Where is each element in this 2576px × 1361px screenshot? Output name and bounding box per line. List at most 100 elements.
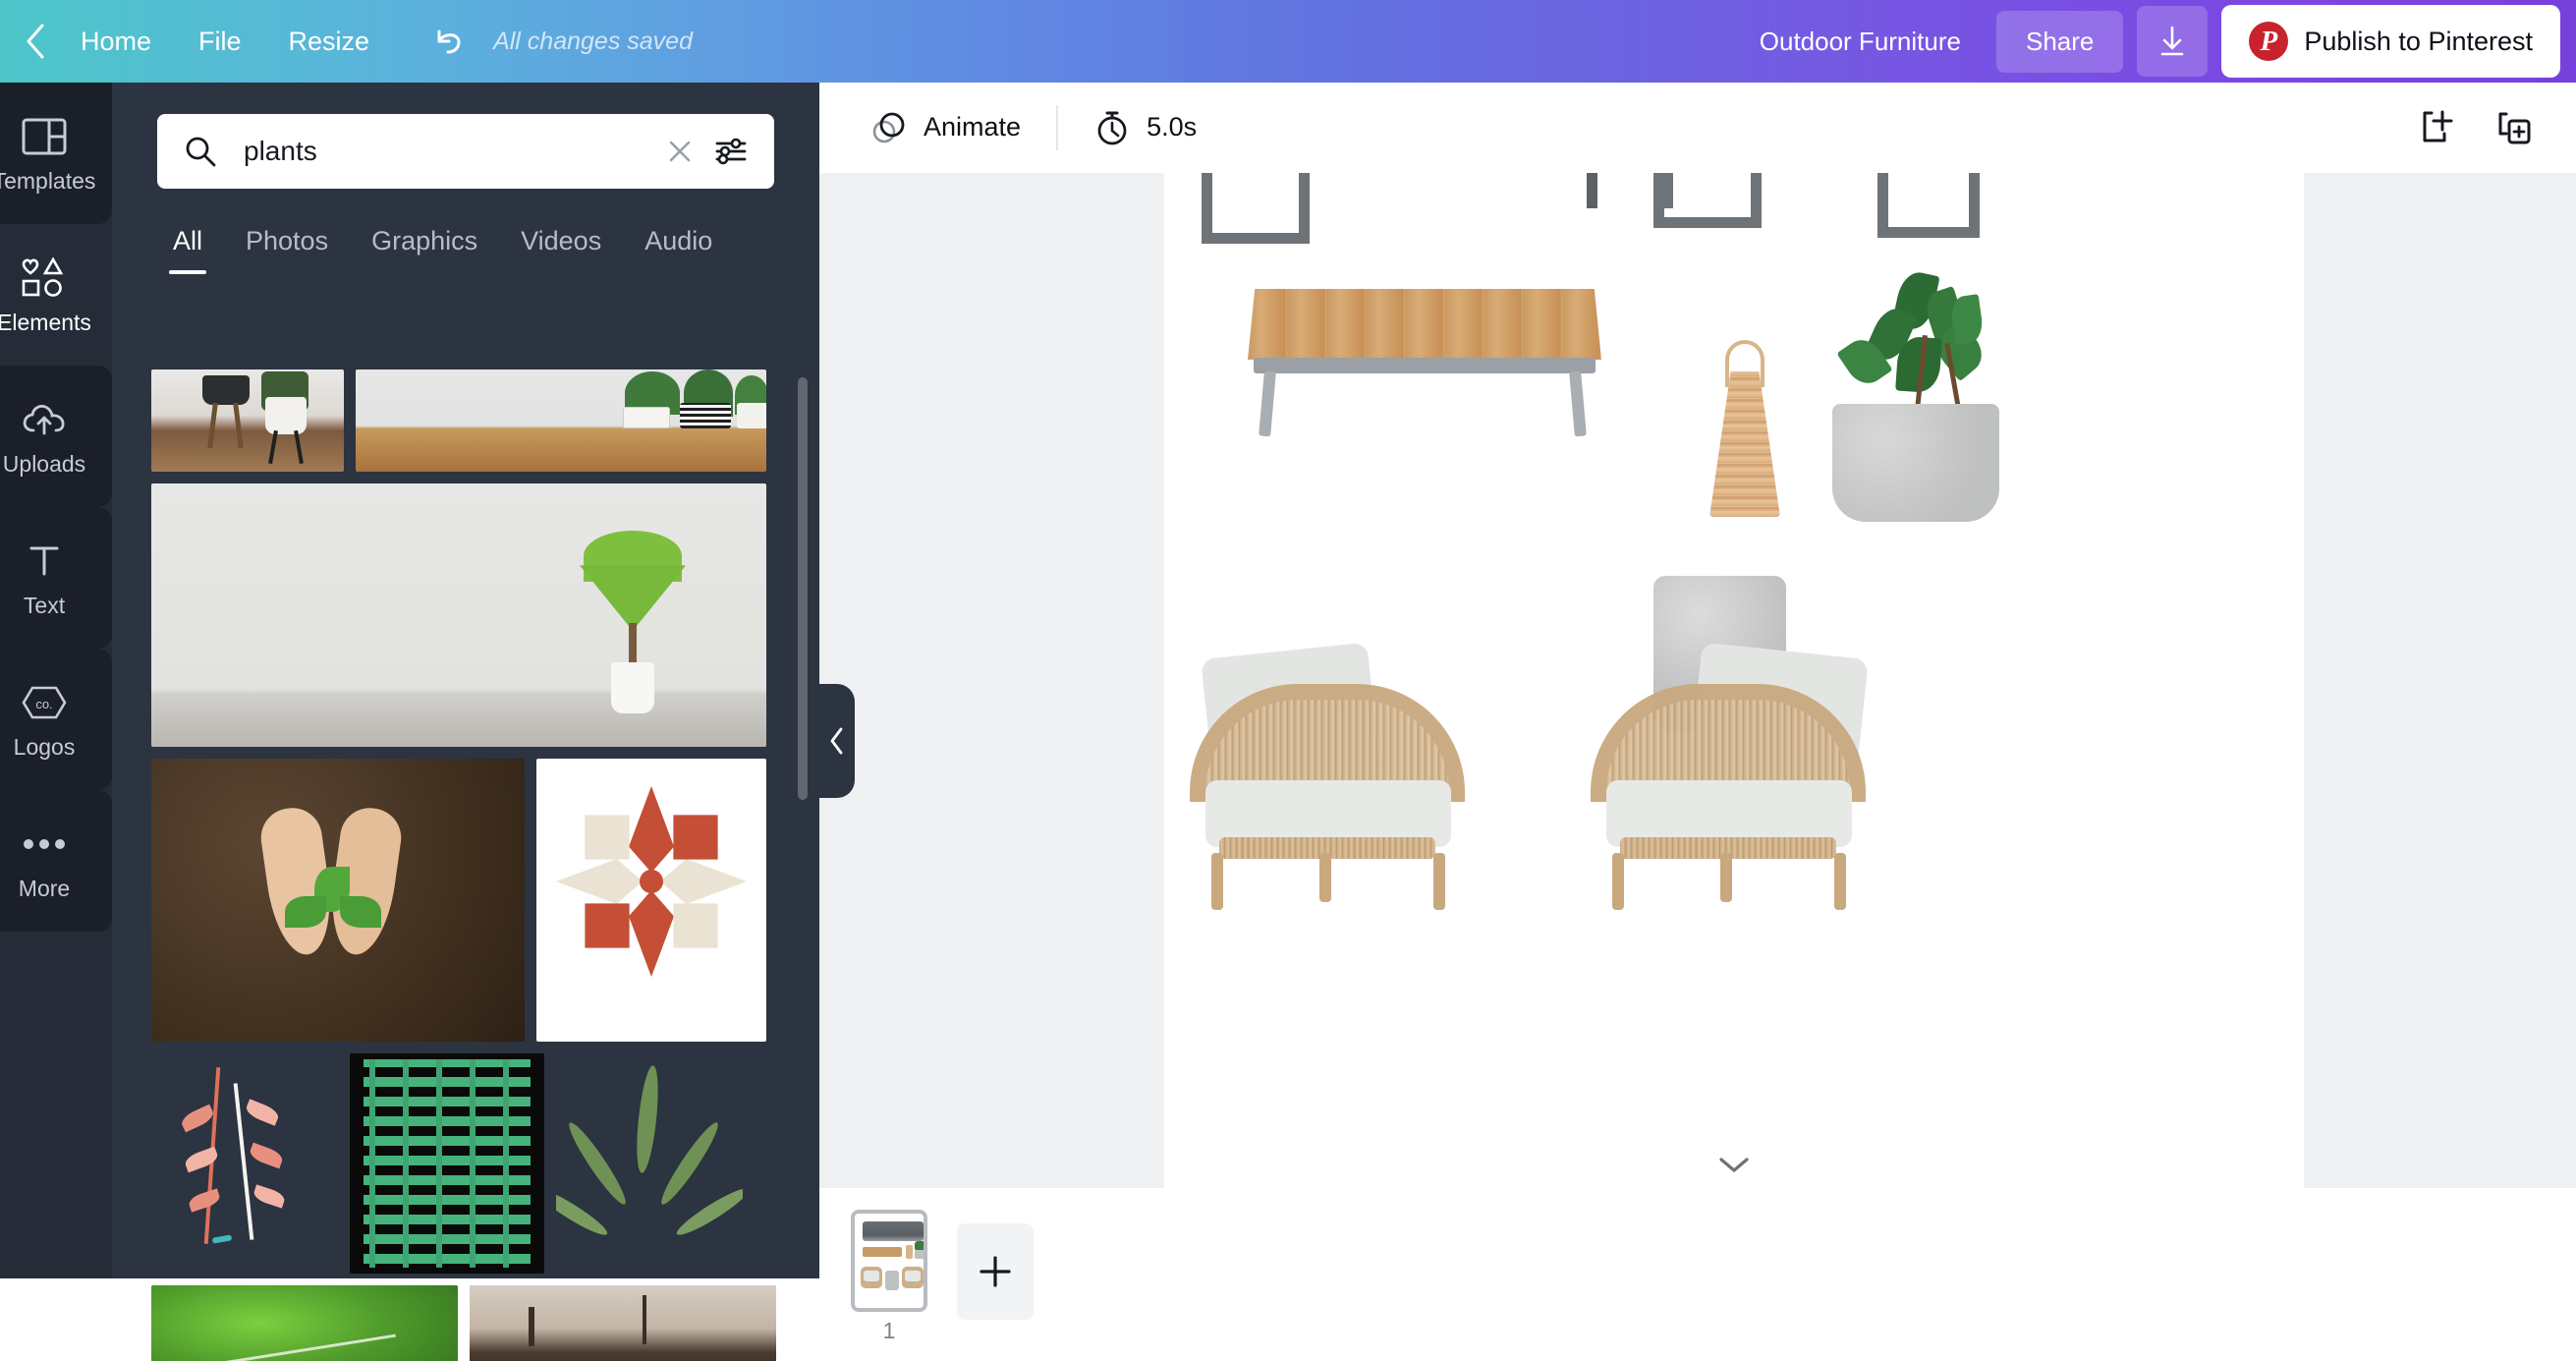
undo-arrow-icon: [437, 29, 461, 54]
duplicate-page-button[interactable]: [2484, 97, 2545, 158]
text-t-icon: [25, 538, 64, 585]
home-menu[interactable]: Home: [57, 17, 175, 67]
add-page-button[interactable]: [2407, 97, 2468, 158]
result-thumb-green-foliage-closeup-photo[interactable]: [151, 1285, 458, 1361]
chair-leg: [1433, 853, 1445, 910]
cloud-upload-icon: [21, 396, 68, 443]
sidebar-item-text[interactable]: Text: [0, 507, 112, 649]
design-title[interactable]: Outdoor Furniture: [1738, 17, 1983, 67]
result-thumb-plant-stand-interior-photo[interactable]: [151, 369, 344, 472]
chair-leg: [1211, 853, 1223, 910]
tab-graphics[interactable]: Graphics: [350, 216, 499, 274]
sidebar-item-logos[interactable]: co. Logos: [0, 649, 112, 790]
top-bar: Home File Resize All changes saved Outdo…: [0, 0, 2576, 83]
shapes-elements-icon: [20, 255, 69, 302]
sidebar-item-elements[interactable]: Elements: [0, 224, 112, 366]
search-box[interactable]: [157, 114, 774, 189]
woven-lantern[interactable]: [1709, 340, 1780, 517]
share-button[interactable]: Share: [1995, 10, 2124, 73]
canvas-viewport[interactable]: [819, 173, 2576, 1188]
result-thumb-pink-branch-leaves-graphic[interactable]: [151, 1053, 338, 1274]
chevron-down-icon: [1719, 1158, 1749, 1172]
filter-sliders-icon: [715, 138, 747, 165]
results-row: [151, 759, 780, 1042]
design-page[interactable]: [1164, 173, 2304, 1188]
toolbar-divider: [1056, 104, 1059, 150]
result-thumb-heart-shaped-topiary-tree-photo[interactable]: [151, 483, 766, 747]
sidebar-label-text: Text: [23, 592, 66, 618]
templates-layout-icon: [22, 113, 67, 160]
lantern-body: [1709, 371, 1780, 517]
results-row: [151, 483, 780, 747]
company-logo-icon: co.: [20, 679, 69, 726]
add-page-icon: [2423, 110, 2453, 142]
page-number-label: 1: [882, 1318, 896, 1343]
zz-plant-in-concrete-pot[interactable]: [1803, 268, 2029, 522]
left-rope-armchair[interactable]: [1172, 633, 1496, 910]
tab-audio[interactable]: Audio: [623, 216, 734, 274]
editor-toolbar: Animate 5.0s: [819, 83, 2576, 173]
chair-leg: [1834, 853, 1846, 910]
resize-menu[interactable]: Resize: [265, 17, 394, 67]
sidebar-item-uploads[interactable]: Uploads: [0, 366, 112, 507]
left-sidebar-rail: Templates Elements Uploads Text co. Logo…: [0, 83, 112, 1278]
result-thumb-potted-plants-on-wooden-shelf-photo[interactable]: [356, 369, 766, 472]
result-thumb-red-poinsettia-flower-graphic[interactable]: [536, 759, 766, 1042]
duplicate-page-icon: [2498, 112, 2531, 143]
sidebar-item-more[interactable]: More: [0, 790, 112, 932]
outdoor-sofa-legs[interactable]: [1877, 173, 1980, 238]
svg-text:co.: co.: [35, 697, 52, 711]
table-leg: [1569, 370, 1587, 437]
sidebar-label-elements: Elements: [0, 309, 91, 335]
concrete-pot: [1832, 404, 1999, 522]
collapse-panel-button[interactable]: [819, 684, 855, 798]
page-strip: 1: [819, 1188, 2576, 1361]
publish-to-pinterest-button[interactable]: P Publish to Pinterest: [2221, 5, 2560, 78]
page-duration-button[interactable]: 5.0s: [1076, 96, 1214, 159]
clear-search-button[interactable]: [654, 126, 705, 177]
tab-photos[interactable]: Photos: [224, 216, 350, 274]
tab-all[interactable]: All: [151, 216, 224, 274]
chevron-left-icon: [27, 24, 44, 59]
sidebar-item-templates[interactable]: Templates: [0, 83, 112, 224]
tab-videos[interactable]: Videos: [499, 216, 623, 274]
stopwatch-icon: [1093, 108, 1131, 147]
table-leg: [1259, 370, 1276, 437]
result-thumb-green-cactus-pattern-graphic[interactable]: [350, 1053, 544, 1274]
animate-label: Animate: [924, 112, 1022, 142]
add-page-tile[interactable]: [957, 1223, 1034, 1320]
download-icon: [2161, 26, 2184, 56]
wooden-coffee-table[interactable]: [1248, 289, 1601, 437]
file-menu[interactable]: File: [175, 17, 265, 67]
filter-button[interactable]: [705, 126, 756, 177]
right-rope-armchair[interactable]: [1573, 633, 1897, 910]
result-thumb-hands-holding-seedling-in-soil-photo[interactable]: [151, 759, 525, 1042]
animate-circles-icon: [868, 108, 908, 147]
publish-label: Publish to Pinterest: [2304, 26, 2533, 56]
result-thumb-dark-silhouette-landscape-photo[interactable]: [470, 1285, 776, 1361]
download-button[interactable]: [2137, 6, 2209, 77]
results-row: [151, 1053, 780, 1274]
scroll-down-button[interactable]: [1705, 1147, 1764, 1182]
chair-leg: [1720, 853, 1732, 902]
page-1-thumbnail[interactable]: [851, 1210, 927, 1312]
search-results-grid: [112, 369, 819, 1361]
page-thumbnail-wrap: 1: [851, 1210, 927, 1344]
result-type-tabs: All Photos Graphics Videos Audio: [112, 189, 819, 274]
undo-button[interactable]: [422, 15, 476, 68]
plant-leaf: [1948, 294, 1986, 345]
sidebar-label-uploads: Uploads: [2, 450, 86, 477]
ellipsis-more-icon: [22, 821, 67, 868]
close-x-icon: [669, 141, 691, 162]
chevron-left-icon: [830, 727, 843, 755]
result-thumb-green-olive-leaves-graphic[interactable]: [556, 1053, 743, 1274]
table-top: [1248, 289, 1601, 360]
outdoor-sofa-legs[interactable]: [1202, 173, 1310, 244]
back-button[interactable]: [14, 20, 57, 63]
editor-area: Animate 5.0s 1: [819, 83, 2576, 1361]
panel-scrollbar[interactable]: [798, 377, 808, 800]
outdoor-sofa-legs[interactable]: [1653, 173, 1762, 228]
plus-icon: [980, 1256, 1011, 1287]
search-input[interactable]: [226, 136, 654, 167]
animate-button[interactable]: Animate: [851, 96, 1038, 159]
